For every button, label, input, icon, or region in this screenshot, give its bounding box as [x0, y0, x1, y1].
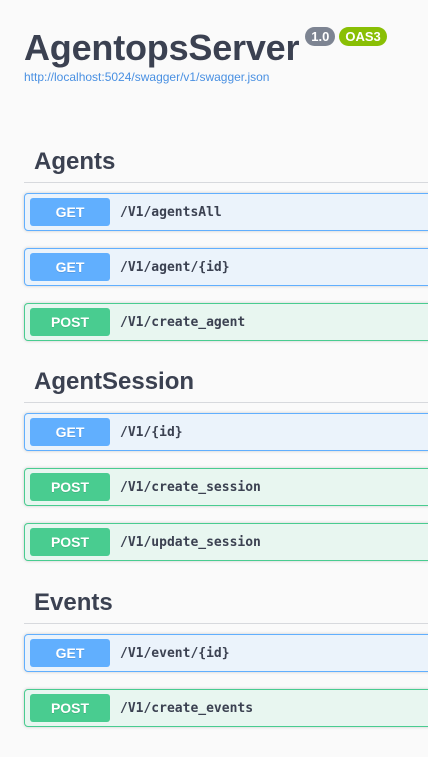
api-title: AgentopsServer	[24, 27, 300, 68]
operation-path: /V1/agent/{id}	[120, 259, 230, 275]
operation-path: /V1/create_session	[120, 479, 261, 495]
tag-section-agents: Agents GET /V1/agentsAll GET /V1/agent/{…	[24, 141, 428, 341]
tag-header-agentsession[interactable]: AgentSession	[24, 361, 428, 403]
tag-section-agentsession: AgentSession GET /V1/{id} POST /V1/creat…	[24, 361, 428, 561]
operation-post-create-agent[interactable]: POST /V1/create_agent	[24, 303, 428, 341]
oas-badge: OAS3	[339, 27, 387, 46]
api-info: AgentopsServer 1.0 OAS3 http://localhost…	[24, 26, 387, 84]
method-badge: POST	[30, 308, 110, 336]
operation-post-create-session[interactable]: POST /V1/create_session	[24, 468, 428, 506]
operation-post-update-session[interactable]: POST /V1/update_session	[24, 523, 428, 561]
method-badge: GET	[30, 253, 110, 281]
tag-section-events: Events GET /V1/event/{id} POST /V1/creat…	[24, 582, 428, 727]
operation-post-create-events[interactable]: POST /V1/create_events	[24, 689, 428, 727]
spec-url-link[interactable]: http://localhost:5024/swagger/v1/swagger…	[24, 70, 387, 84]
operation-path: /V1/create_agent	[120, 314, 246, 330]
operation-path: /V1/create_events	[120, 700, 254, 716]
tag-header-agents[interactable]: Agents	[24, 141, 428, 183]
method-badge: GET	[30, 418, 110, 446]
operation-path: /V1/{id}	[120, 424, 183, 440]
version-badge: 1.0	[305, 27, 336, 46]
tag-name: AgentSession	[34, 367, 195, 395]
tag-header-events[interactable]: Events	[24, 582, 428, 624]
method-badge: GET	[30, 639, 110, 667]
method-badge: POST	[30, 528, 110, 556]
operation-path: /V1/update_session	[120, 534, 261, 550]
operation-get-event-by-id[interactable]: GET /V1/event/{id}	[24, 634, 428, 672]
operation-path: /V1/agentsAll	[120, 204, 222, 220]
tag-name: Events	[34, 588, 113, 616]
title-row: AgentopsServer 1.0 OAS3	[24, 26, 387, 70]
operation-path: /V1/event/{id}	[120, 645, 230, 661]
operation-get-agent-by-id[interactable]: GET /V1/agent/{id}	[24, 248, 428, 286]
method-badge: POST	[30, 473, 110, 501]
method-badge: POST	[30, 694, 110, 722]
operation-get-session-by-id[interactable]: GET /V1/{id}	[24, 413, 428, 451]
tag-name: Agents	[34, 147, 116, 175]
operation-get-agents-all[interactable]: GET /V1/agentsAll	[24, 193, 428, 231]
method-badge: GET	[30, 198, 110, 226]
